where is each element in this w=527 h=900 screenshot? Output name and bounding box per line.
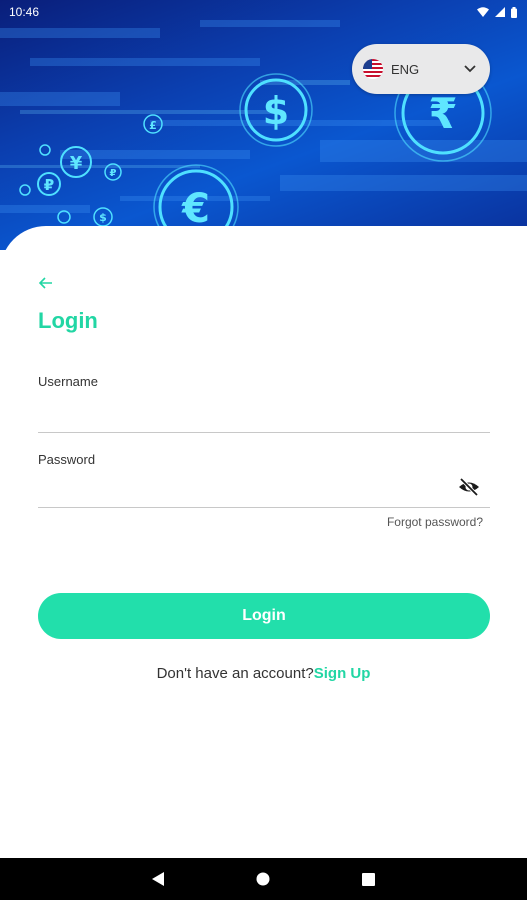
home-circle-icon[interactable] — [256, 872, 270, 886]
wifi-icon — [477, 7, 489, 17]
svg-text:£: £ — [149, 119, 157, 132]
signup-row: Don't have an account?Sign Up — [0, 665, 527, 682]
svg-text:¥: ¥ — [70, 153, 83, 174]
recents-square-icon[interactable] — [362, 872, 375, 886]
username-underline — [38, 432, 490, 433]
chevron-down-icon — [464, 65, 476, 73]
login-button[interactable]: Login — [38, 593, 490, 639]
svg-text:₹: ₹ — [428, 89, 457, 138]
status-icons — [477, 6, 517, 18]
svg-text:$: $ — [263, 89, 289, 133]
eye-off-icon[interactable] — [458, 476, 480, 498]
svg-text:₽: ₽ — [44, 176, 54, 194]
svg-text:₽: ₽ — [110, 168, 117, 179]
battery-icon — [511, 6, 517, 18]
signup-link[interactable]: Sign Up — [314, 665, 371, 682]
back-triangle-icon[interactable] — [152, 872, 164, 886]
status-bar: 10:46 — [0, 0, 527, 24]
language-selector[interactable]: ENG — [352, 44, 490, 94]
arrow-left-icon[interactable] — [36, 273, 56, 293]
password-label: Password — [38, 452, 96, 467]
no-account-text: Don't have an account? — [156, 665, 314, 682]
login-card: Login Username Password Forgot password?… — [0, 226, 527, 858]
password-underline — [38, 507, 490, 508]
svg-text:$: $ — [99, 211, 107, 224]
forgot-password-link[interactable]: Forgot password? — [387, 515, 483, 529]
currency-illustration: $ € ₹ ¥ ₽ £ ₽ $ — [0, 20, 527, 250]
username-label: Username — [38, 374, 98, 389]
status-time: 10:46 — [9, 5, 40, 19]
page-title: Login — [38, 308, 98, 333]
us-flag-icon — [363, 59, 383, 79]
navigation-bar — [0, 858, 527, 900]
language-label: ENG — [391, 61, 420, 77]
username-input[interactable] — [38, 401, 448, 427]
signal-icon — [495, 7, 505, 17]
hero-background: $ € ₹ ¥ ₽ £ ₽ $ — [0, 0, 527, 250]
password-input[interactable] — [38, 478, 448, 504]
